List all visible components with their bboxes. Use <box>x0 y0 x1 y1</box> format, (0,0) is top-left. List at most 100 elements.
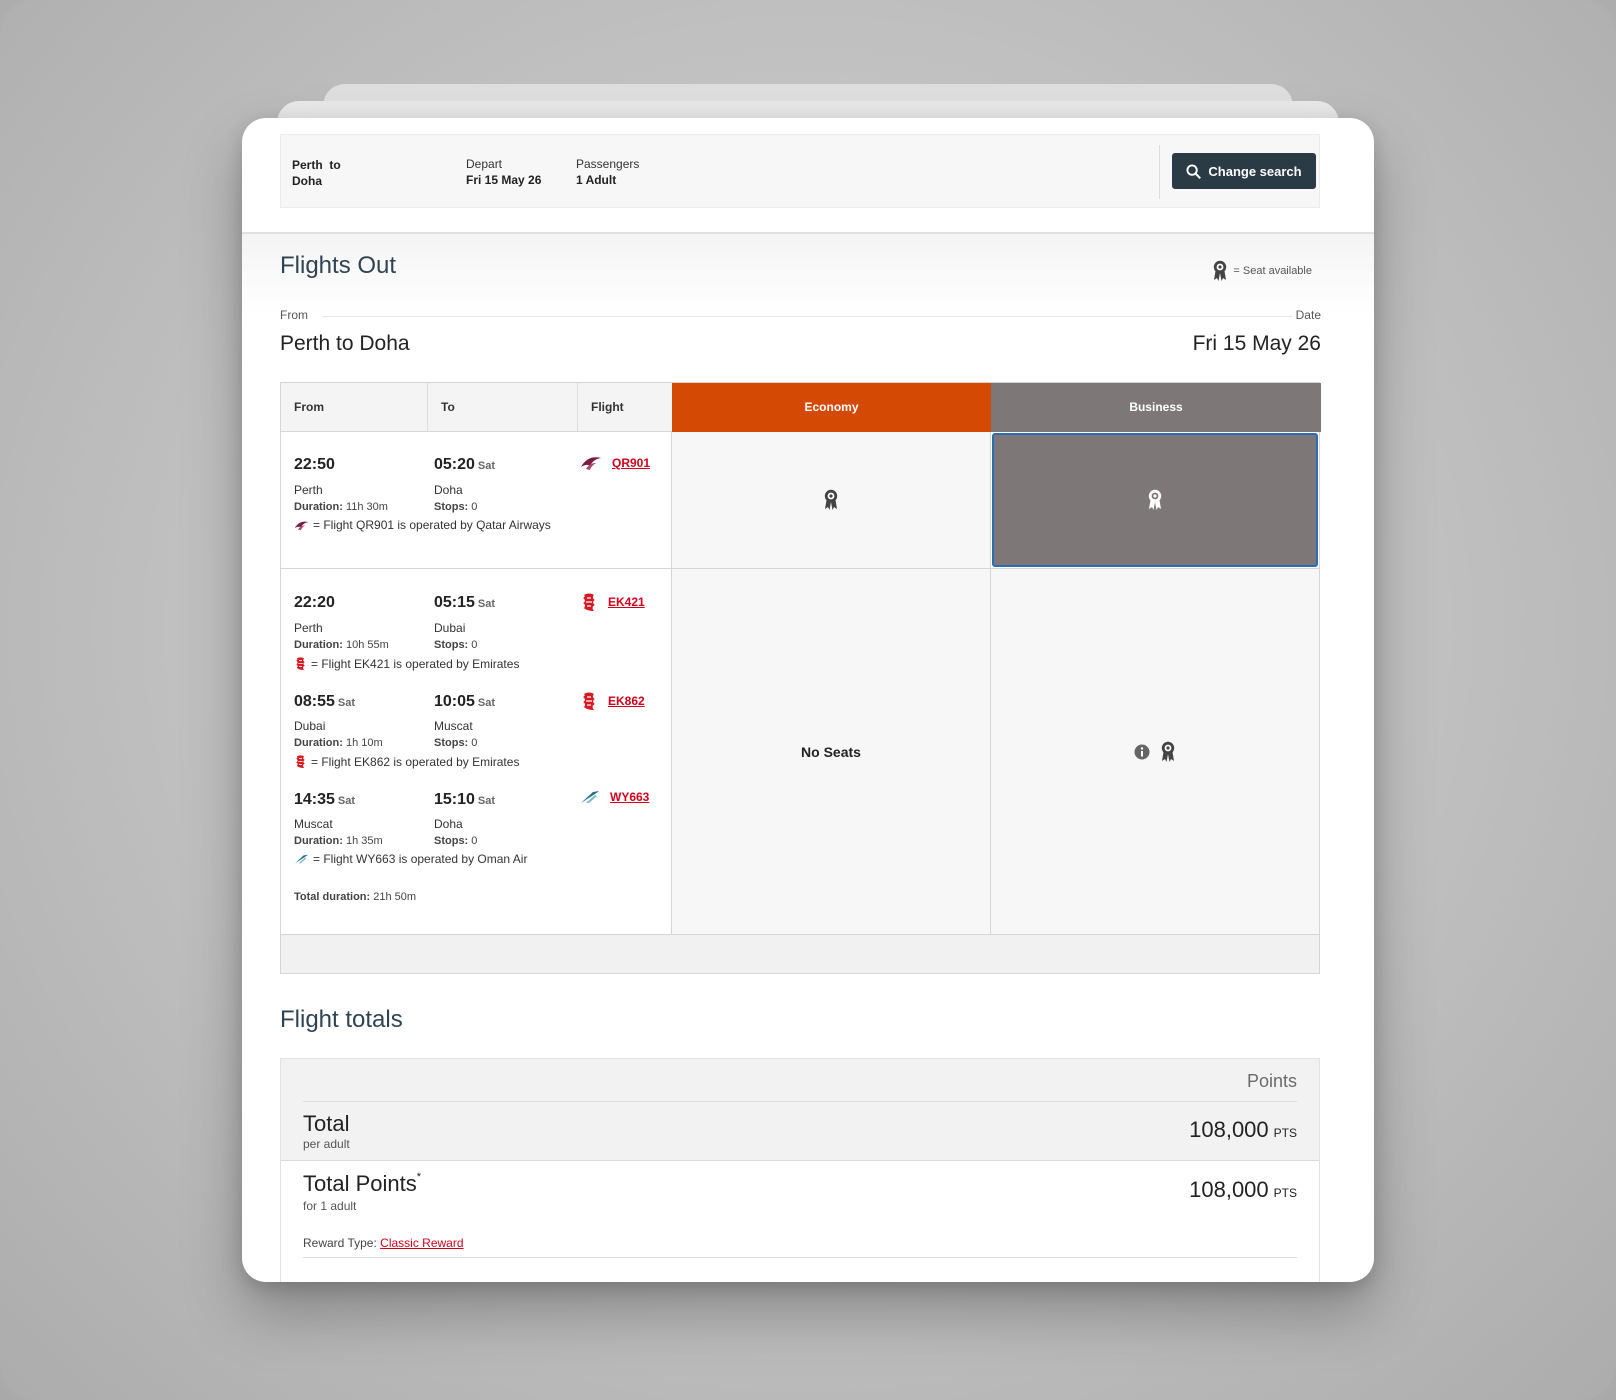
summary-passengers: Passengers 1 Adult <box>576 156 639 188</box>
departure-time: 22:20 <box>294 594 335 611</box>
emirates-icon <box>583 593 595 611</box>
qatar-airways-icon <box>294 521 309 530</box>
date-heading: Fri 15 May 26 <box>1192 332 1321 355</box>
duration: Duration: 1h 10m <box>294 737 383 749</box>
flight-option-row: 22:20 05:15 Sat EK421 Perth Dubai Duratio… <box>281 569 1319 935</box>
departure-city: Dubai <box>294 719 326 733</box>
flights-out-title: Flights Out <box>280 252 397 279</box>
duration: Duration: 10h 55m <box>294 639 389 651</box>
operated-by-note: = Flight WY663 is operated by Oman Air <box>294 852 527 866</box>
emirates-icon <box>296 657 305 670</box>
economy-fare-cell: No Seats <box>672 569 991 934</box>
seat-available-icon <box>824 489 838 510</box>
flights-table: From To Flight Economy Business 22:50 05… <box>280 382 1321 974</box>
from-label: From <box>280 308 308 322</box>
departure-time: 22:50 <box>294 456 335 473</box>
oman-air-icon <box>295 854 308 864</box>
table-footer <box>281 935 1319 973</box>
depart-value: Fri 15 May 26 <box>466 173 542 187</box>
classic-reward-link[interactable]: Classic Reward <box>380 1236 463 1250</box>
business-fare-cell-selected[interactable] <box>992 433 1318 567</box>
flight-number-link[interactable]: WY663 <box>580 790 649 804</box>
flight-details: 22:20 05:15 Sat EK421 Perth Dubai Duratio… <box>281 569 672 934</box>
total-points-value: 108,000 PTS <box>1189 1177 1297 1202</box>
totals-panel: Points Total per adult 108,000 PTS Total … <box>280 1058 1320 1282</box>
totals-header <box>281 1059 1319 1160</box>
oman-air-icon <box>581 791 599 803</box>
info-icon[interactable] <box>1134 744 1150 760</box>
stops: Stops: 0 <box>434 835 478 847</box>
date-label: Date <box>1295 308 1321 322</box>
total-points-label: Total Points* <box>303 1171 422 1196</box>
operated-by-note: = Flight EK862 is operated by Emirates <box>294 754 519 769</box>
total-label: Total <box>303 1111 350 1136</box>
departure-time: 08:55 Sat <box>294 693 356 710</box>
flight-number-link[interactable]: EK421 <box>580 592 645 612</box>
flight-totals-title: Flight totals <box>280 1006 403 1033</box>
emirates-icon <box>583 692 595 710</box>
search-icon <box>1186 163 1202 179</box>
total-sub: per adult <box>303 1137 350 1151</box>
route-heading: Perth to Doha <box>280 332 410 355</box>
qatar-airways-icon <box>581 457 601 470</box>
departure-time: 14:35 Sat <box>294 791 356 808</box>
business-fare-cell[interactable] <box>991 569 1319 934</box>
col-header-flight: Flight <box>578 383 672 432</box>
economy-fare-cell[interactable] <box>672 432 991 568</box>
flight-details: 22:50 05:20 Sat QR901 Perth Doha Duration… <box>281 432 672 568</box>
seat-available-icon <box>1148 489 1162 510</box>
passengers-value: 1 Adult <box>576 173 617 187</box>
flight-number-link[interactable]: QR901 <box>580 455 650 471</box>
flight-option-row: 22:50 05:20 Sat QR901 Perth Doha Duration… <box>281 432 1319 569</box>
arrival-time: 05:15 Sat <box>434 594 496 611</box>
seat-available-icon <box>1214 260 1227 281</box>
arrival-time: 10:05 Sat <box>434 693 496 710</box>
no-seats-label: No Seats <box>801 743 861 760</box>
stops: Stops: 0 <box>434 501 478 513</box>
stops: Stops: 0 <box>434 737 478 749</box>
departure-city: Perth <box>294 483 323 497</box>
departure-city: Muscat <box>294 817 333 831</box>
passengers-label: Passengers <box>576 157 640 171</box>
depart-label: Depart <box>466 157 503 171</box>
arrival-city: Muscat <box>434 719 473 733</box>
legend-text: = Seat available <box>1233 265 1312 277</box>
col-header-economy[interactable]: Economy <box>672 383 991 432</box>
seat-legend: = Seat available <box>1212 260 1312 282</box>
totals-divider <box>303 1101 1297 1102</box>
summary-depart: Depart Fri 15 May 26 <box>466 156 541 188</box>
duration: Duration: 11h 30m <box>294 501 388 513</box>
departure-city: Perth <box>294 621 323 635</box>
duration: Duration: 1h 35m <box>294 835 383 847</box>
arrival-time: 05:20 Sat <box>434 456 496 473</box>
flight-number-link[interactable]: EK862 <box>580 691 645 711</box>
route-rule <box>322 316 1292 317</box>
totals-divider <box>281 1160 1319 1161</box>
screen-background: Perth to Doha Depart Fri 15 May 26 Passe… <box>0 0 1616 1400</box>
totals-divider <box>303 1257 1297 1258</box>
operated-by-note: = Flight EK421 is operated by Emirates <box>294 656 519 671</box>
col-header-to: To <box>428 383 578 432</box>
emirates-icon <box>296 755 305 768</box>
change-search-label: Change search <box>1208 163 1302 179</box>
total-points-sub: for 1 adult <box>303 1199 357 1213</box>
header-fade <box>242 234 1374 314</box>
arrival-city: Dubai <box>434 621 466 635</box>
summary-divider <box>1159 145 1160 199</box>
stops: Stops: 0 <box>434 639 478 651</box>
reward-type: Reward Type: Classic Reward <box>303 1236 464 1250</box>
seat-available-icon <box>1161 741 1175 762</box>
search-summary: Perth to Doha Depart Fri 15 May 26 Passe… <box>280 134 1320 208</box>
arrival-city: Doha <box>434 817 463 831</box>
total-value: 108,000 PTS <box>1189 1117 1297 1142</box>
arrival-time: 15:10 Sat <box>434 791 496 808</box>
points-column-header: Points <box>1246 1071 1297 1091</box>
change-search-button[interactable]: Change search <box>1172 153 1316 189</box>
summary-route: Perth to Doha <box>292 158 341 188</box>
col-header-from: From <box>281 383 428 432</box>
arrival-city: Doha <box>434 483 463 497</box>
total-duration: Total duration: 21h 50m <box>294 891 417 903</box>
operated-by-note: = Flight QR901 is operated by Qatar Airw… <box>294 518 551 532</box>
col-header-business[interactable]: Business <box>991 383 1321 432</box>
booking-window: Perth to Doha Depart Fri 15 May 26 Passe… <box>242 118 1374 1282</box>
